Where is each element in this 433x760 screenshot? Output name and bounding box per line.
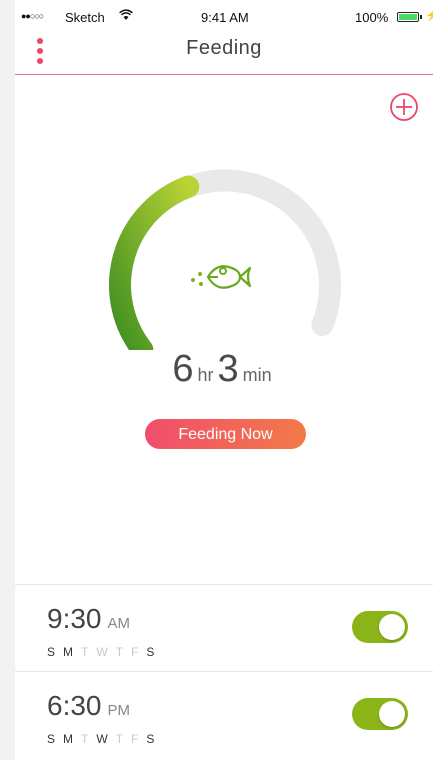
day-thursday: T	[115, 645, 132, 659]
feeding-now-button[interactable]: Feeding Now	[145, 419, 306, 449]
day-sunday: S	[47, 732, 64, 746]
feeding-schedule-list: 9:30 AM SMTWTFS 6:30 PM SMTWTFS	[15, 584, 433, 758]
day-tuesday: T	[81, 645, 97, 659]
day-sunday: S	[47, 645, 64, 659]
hours-unit: hr	[197, 365, 214, 385]
schedule-toggle[interactable]	[352, 698, 408, 730]
page-title: Feeding	[186, 37, 262, 59]
wifi-icon	[119, 9, 133, 24]
day-monday: M	[63, 645, 82, 659]
carrier-name: Sketch	[65, 10, 105, 25]
schedule-toggle[interactable]	[352, 611, 408, 643]
minutes-value: 3	[217, 348, 239, 390]
day-friday: F	[131, 645, 147, 659]
schedule-time: 6:30 PM	[47, 690, 130, 722]
battery-icon	[397, 12, 419, 22]
toggle-knob	[379, 614, 405, 640]
fish-icon	[191, 265, 252, 289]
charging-icon: ⚡	[425, 10, 433, 22]
gauge-progress	[109, 175, 200, 350]
day-tuesday: T	[81, 732, 97, 746]
nav-bar: Feeding	[15, 26, 433, 75]
time-remaining: 6 hr 3 min	[15, 348, 433, 391]
minutes-unit: min	[242, 365, 272, 385]
toggle-knob	[379, 701, 405, 727]
day-friday: F	[131, 732, 147, 746]
battery-tip	[420, 15, 422, 19]
schedule-days: SMTWTFS	[47, 732, 162, 746]
day-wednesday: W	[96, 645, 116, 659]
hours-value: 6	[172, 348, 194, 390]
add-schedule-button[interactable]	[389, 92, 419, 122]
status-time: 9:41 AM	[201, 10, 249, 25]
schedule-days: SMTWTFS	[47, 645, 162, 659]
app-screen: ●●○○○ Sketch 9:41 AM 100% ⚡ Feeding 6 hr…	[15, 0, 433, 760]
schedule-time: 9:30 AM	[47, 603, 130, 635]
schedule-time-value: 9:30	[47, 603, 102, 634]
signal-strength: ●●○○○	[21, 11, 44, 21]
day-monday: M	[63, 732, 82, 746]
day-saturday: S	[146, 732, 163, 746]
schedule-row[interactable]: 6:30 PM SMTWTFS	[15, 671, 433, 758]
schedule-row[interactable]: 9:30 AM SMTWTFS	[15, 584, 433, 671]
day-saturday: S	[146, 645, 163, 659]
plus-circle-icon	[390, 93, 418, 121]
day-wednesday: W	[96, 732, 116, 746]
schedule-period: PM	[107, 702, 131, 719]
schedule-period: AM	[107, 615, 131, 632]
schedule-time-value: 6:30	[47, 690, 102, 721]
day-thursday: T	[115, 732, 132, 746]
battery-percent: 100%	[355, 10, 389, 25]
